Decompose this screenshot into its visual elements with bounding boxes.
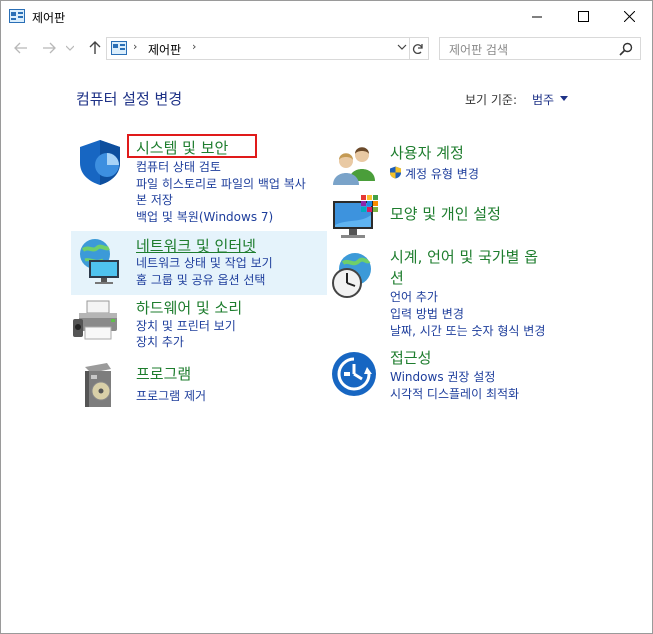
view-by-dropdown[interactable]: 범주 — [532, 91, 554, 108]
programs-box-icon[interactable] — [77, 361, 127, 411]
maximize-icon — [577, 11, 589, 22]
search-placeholder[interactable]: 제어판 검색 — [449, 41, 508, 58]
link-change-account-type[interactable]: 계정 유형 변경 — [405, 165, 479, 182]
caret-down-icon[interactable] — [560, 96, 569, 102]
up-button[interactable] — [85, 36, 105, 60]
search-icon[interactable] — [619, 42, 633, 56]
window-title: 제어판 — [32, 11, 66, 25]
category-network-internet[interactable]: 네트워크 및 인터넷 — [136, 235, 256, 256]
chevron-down-icon — [66, 45, 74, 51]
title-bar[interactable]: 제어판 — [1, 1, 652, 32]
minimize-button[interactable] — [514, 1, 560, 32]
category-system-security[interactable]: 시스템 및 보안 — [136, 137, 228, 158]
display-palette-icon[interactable] — [331, 193, 381, 243]
link-devices-printers[interactable]: 장치 및 프린터 보기 — [136, 317, 236, 334]
page-title: 컴퓨터 설정 변경 — [76, 90, 183, 108]
link-file-history-backup[interactable]: 파일 히스토리로 파일의 백업 복사 — [136, 175, 306, 192]
link-windows-recommended-settings[interactable]: Windows 권장 설정 — [390, 368, 495, 385]
breadcrumb-control-panel[interactable]: 제어판 — [148, 41, 181, 58]
address-bar[interactable]: › 제어판 › — [106, 37, 410, 60]
search-box[interactable]: 제어판 검색 — [439, 37, 641, 60]
category-programs[interactable]: 프로그램 — [136, 363, 191, 384]
view-by-label: 보기 기준: — [465, 93, 518, 107]
link-homegroup-sharing[interactable]: 홈 그룹 및 공유 옵션 선택 — [136, 271, 265, 288]
up-arrow-icon — [89, 41, 101, 54]
forward-arrow-icon — [43, 42, 56, 54]
recent-locations-button[interactable] — [63, 36, 77, 60]
maximize-button[interactable] — [560, 1, 606, 32]
back-button[interactable] — [11, 36, 31, 60]
link-change-date-time-number-formats[interactable]: 날짜, 시간 또는 숫자 형식 변경 — [390, 322, 545, 339]
category-user-accounts[interactable]: 사용자 계정 — [390, 142, 464, 163]
users-icon[interactable] — [331, 141, 381, 191]
control-panel-icon — [9, 9, 25, 23]
minimize-icon — [531, 16, 542, 18]
chevron-down-icon[interactable] — [397, 41, 407, 53]
clock-globe-icon[interactable] — [331, 251, 381, 301]
breadcrumb-separator-icon[interactable]: › — [133, 40, 137, 53]
forward-button[interactable] — [39, 36, 59, 60]
network-globe-icon[interactable] — [75, 236, 125, 286]
category-appearance-personalization[interactable]: 모양 및 개인 설정 — [390, 203, 501, 224]
link-add-device[interactable]: 장치 추가 — [136, 333, 184, 350]
category-hardware-sound[interactable]: 하드웨어 및 소리 — [136, 297, 242, 318]
link-file-history-backup-cont[interactable]: 본 저장 — [136, 191, 173, 208]
link-uninstall-program[interactable]: 프로그램 제거 — [136, 387, 206, 404]
uac-shield-icon — [390, 166, 401, 179]
category-clock-language-region[interactable]: 시계, 언어 및 국가별 옵 — [390, 246, 538, 267]
link-backup-restore[interactable]: 백업 및 복원(Windows 7) — [136, 208, 273, 225]
control-panel-icon — [111, 41, 127, 55]
link-network-status-tasks[interactable]: 네트워크 상태 및 작업 보기 — [136, 254, 273, 271]
link-add-language[interactable]: 언어 추가 — [390, 288, 438, 305]
accessibility-icon[interactable] — [331, 349, 381, 399]
category-clock-language-region-cont[interactable]: 션 — [390, 267, 404, 288]
close-button[interactable] — [606, 1, 652, 32]
link-change-input-methods[interactable]: 입력 방법 변경 — [390, 305, 464, 322]
printer-icon[interactable] — [73, 297, 123, 347]
back-arrow-icon — [14, 42, 27, 54]
breadcrumb-separator-icon[interactable]: › — [192, 40, 196, 53]
link-review-computer-status[interactable]: 컴퓨터 상태 검토 — [136, 158, 221, 175]
control-panel-window: 제어판 › 제어판 › 제어판 검색 컴퓨터 설정 변경 보기 기준: 범주 시… — [0, 0, 653, 634]
shield-icon[interactable] — [75, 137, 125, 187]
refresh-icon — [412, 43, 423, 54]
close-icon — [623, 11, 635, 22]
link-optimize-visual-display[interactable]: 시각적 디스플레이 최적화 — [390, 385, 519, 402]
refresh-button[interactable] — [408, 37, 429, 60]
category-ease-of-access[interactable]: 접근성 — [390, 347, 431, 368]
